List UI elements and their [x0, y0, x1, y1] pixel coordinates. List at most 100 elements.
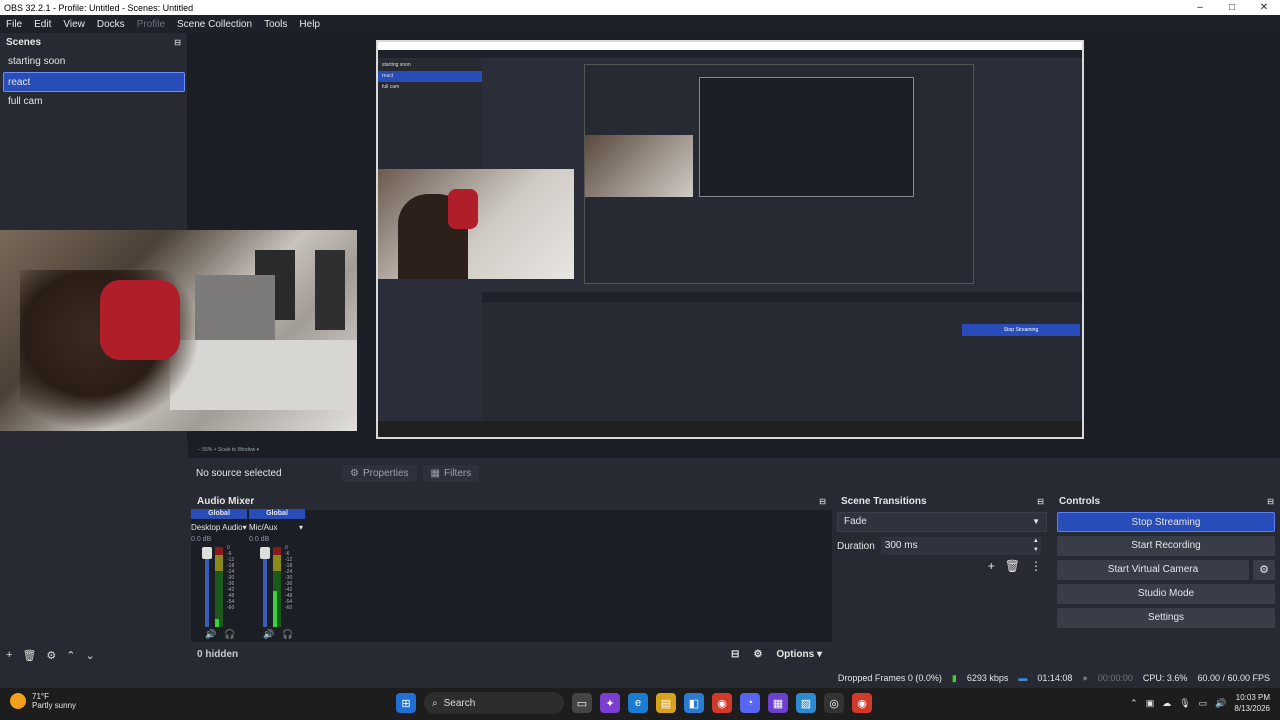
duration-input[interactable]: 300 ms ▲ ▼: [880, 537, 1041, 555]
controls-title: Controls: [1059, 495, 1101, 507]
mic-icon[interactable]: 🎙: [1179, 698, 1190, 709]
hidden-count: 0 hidden: [197, 648, 239, 660]
stop-streaming-button[interactable]: Stop Streaming: [1057, 512, 1275, 532]
chevron-up-icon[interactable]: ⌃: [1130, 698, 1138, 709]
scenes-dock-title: Scenes ⊟: [0, 33, 187, 51]
speaker-icon[interactable]: 🔊: [263, 629, 274, 640]
advanced-audio-icon[interactable]: ⚙: [753, 649, 762, 660]
scene-item-starting-soon[interactable]: starting soon: [0, 52, 188, 72]
filters-button[interactable]: ▦ Filters: [422, 464, 480, 482]
transition-value: Fade: [844, 516, 867, 527]
chrome-profile-icon[interactable]: ◉: [852, 693, 872, 713]
menu-bar: File Edit View Docks Profile Scene Colle…: [0, 15, 1280, 33]
menu-profile[interactable]: Profile: [137, 19, 165, 30]
start-recording-button[interactable]: Start Recording: [1057, 536, 1275, 556]
volume-fader[interactable]: [205, 547, 209, 627]
onedrive-icon[interactable]: ☁: [1162, 698, 1171, 709]
volume-icon[interactable]: 🔊: [1215, 698, 1226, 709]
start-virtual-camera-button[interactable]: Start Virtual Camera: [1057, 560, 1249, 580]
move-up-icon[interactable]: ⌃: [66, 649, 75, 662]
photos-icon[interactable]: ▨: [796, 693, 816, 713]
transition-select[interactable]: Fade ▼: [837, 512, 1047, 532]
speaker-icon[interactable]: 🔊: [205, 629, 216, 640]
app-grid-icon[interactable]: ▦: [768, 693, 788, 713]
nested-webcam-small: [585, 135, 693, 197]
task-view-icon[interactable]: ▭: [572, 693, 592, 713]
window-controls: – □ ✕: [1184, 0, 1280, 15]
weather-widget[interactable]: 71°F Partly sunny: [10, 692, 76, 710]
stream-time: 01:14:08: [1037, 673, 1073, 683]
remove-transition-icon[interactable]: 🗑: [1005, 559, 1020, 573]
signal-icon: ▮: [951, 672, 957, 683]
layout-icon[interactable]: ⊟: [731, 649, 739, 660]
audio-mixer-dock: Audio Mixer ⊟ Global Desktop Audio ▾ 0.0…: [191, 492, 832, 666]
scene-item-full-cam[interactable]: full cam: [0, 92, 188, 112]
preview-screen-capture[interactable]: starting soon react full cam Stop Stream…: [376, 40, 1084, 439]
spinner-icon[interactable]: ▲ ▼: [1033, 537, 1039, 555]
menu-scene-collection[interactable]: Scene Collection: [177, 19, 252, 30]
options-label: Options: [776, 648, 815, 660]
scene-item-react[interactable]: react: [3, 72, 185, 92]
copilot-icon[interactable]: ✦: [600, 693, 620, 713]
menu-docks[interactable]: Docks: [97, 19, 125, 30]
discord-icon[interactable]: ◔: [740, 693, 760, 713]
display-icon[interactable]: ▣: [1146, 698, 1155, 709]
channel-name[interactable]: Desktop Audio ▾: [191, 523, 247, 532]
add-transition-icon[interactable]: +: [988, 559, 995, 573]
add-scene-icon[interactable]: +: [6, 649, 12, 661]
filters-label: Filters: [444, 467, 472, 479]
audio-mixer-title: Audio Mixer: [197, 495, 255, 507]
obs-icon[interactable]: ◎: [824, 693, 844, 713]
network-icon[interactable]: ▭: [1199, 698, 1208, 709]
weather-desc: Partly sunny: [32, 701, 77, 710]
chevron-down-icon[interactable]: ▾: [243, 523, 247, 532]
remove-scene-icon[interactable]: 🗑: [22, 649, 36, 662]
undock-icon[interactable]: ⊟: [1267, 497, 1274, 506]
close-button[interactable]: ✕: [1248, 0, 1280, 15]
store-icon[interactable]: ◧: [684, 693, 704, 713]
taskbar-search[interactable]: ⌕ Search: [424, 692, 564, 714]
audio-mixer-footer: 0 hidden ⊟ ⚙ Options ▾: [191, 642, 832, 666]
clock[interactable]: 10:03 PM 8/13/2026: [1234, 692, 1270, 714]
move-down-icon[interactable]: ⌄: [86, 649, 95, 662]
bitrate: 6293 kbps: [966, 673, 1009, 683]
chrome-icon[interactable]: ◉: [712, 693, 732, 713]
webcam-door: [315, 250, 345, 330]
preview-zoom-bar[interactable]: − 55% + Scale to Window ▾: [188, 442, 1280, 458]
headphones-icon[interactable]: 🎧: [224, 629, 235, 640]
fader-handle[interactable]: [202, 547, 212, 559]
undock-icon[interactable]: ⊟: [1037, 497, 1044, 506]
gear-icon[interactable]: ⚙: [46, 649, 56, 662]
studio-mode-button[interactable]: Studio Mode: [1057, 584, 1275, 604]
menu-view[interactable]: View: [63, 19, 85, 30]
undock-icon[interactable]: ⊟: [174, 38, 181, 47]
menu-edit[interactable]: Edit: [34, 19, 51, 30]
status-bar: Dropped Frames 0 (0.0%) ▮ 6293 kbps ▬ 01…: [0, 668, 1280, 688]
minimize-button[interactable]: –: [1184, 0, 1216, 15]
channel-db: 0.0 dB: [249, 536, 270, 543]
channel-name[interactable]: Mic/Aux ▾: [249, 523, 305, 532]
properties-button[interactable]: ⚙ Properties: [342, 464, 417, 482]
headphones-icon[interactable]: 🎧: [282, 629, 293, 640]
menu-file[interactable]: File: [6, 19, 22, 30]
chevron-down-icon[interactable]: ▾: [299, 523, 303, 532]
gear-icon[interactable]: ⚙: [1253, 560, 1275, 580]
options-button[interactable]: Options ▾: [776, 649, 822, 660]
maximize-button[interactable]: □: [1216, 0, 1248, 15]
nested-webcam: [378, 169, 574, 279]
more-options-icon[interactable]: ⋮: [1030, 559, 1042, 573]
search-icon: ⌕: [432, 697, 438, 709]
webcam-source[interactable]: [0, 230, 357, 431]
file-explorer-icon[interactable]: ▤: [656, 693, 676, 713]
transitions-title: Scene Transitions: [841, 495, 927, 507]
menu-help[interactable]: Help: [299, 19, 320, 30]
volume-fader[interactable]: [263, 547, 267, 627]
windows-start-icon[interactable]: ⊞: [396, 693, 416, 713]
fader-handle[interactable]: [260, 547, 270, 559]
edge-icon[interactable]: e: [628, 693, 648, 713]
nested-titlebar: [378, 42, 1082, 50]
nested-menubar: [378, 50, 1082, 58]
menu-tools[interactable]: Tools: [264, 19, 287, 30]
undock-icon[interactable]: ⊟: [819, 497, 826, 506]
settings-button[interactable]: Settings: [1057, 608, 1275, 628]
